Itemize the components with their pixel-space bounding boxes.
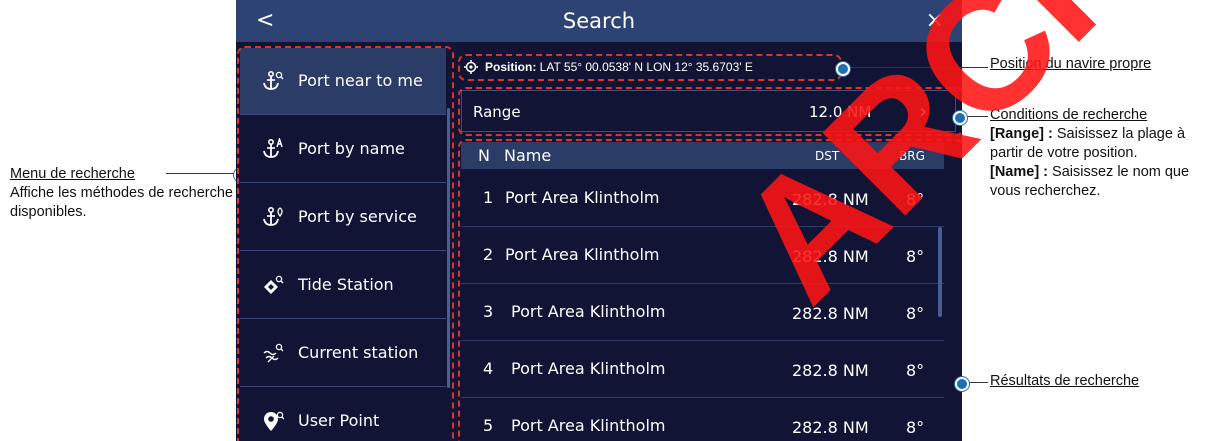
conditions-callout-dot [953,111,967,125]
menu-callout-line [166,173,236,174]
results-callout-dot [955,377,969,391]
page-title: Search [562,9,636,33]
close-button[interactable]: × [926,8,944,33]
results-callout-title: Résultats de recherche [990,373,1140,389]
name-key: [Name] : [990,164,1049,180]
range-key: [Range] : [990,126,1053,142]
conditions-callout-title: Conditions de recherche [990,107,1148,123]
conditions-callout: Conditions de recherche [Range] : Saisis… [990,106,1205,201]
menu-callout-title: Menu de recherche [10,166,135,182]
menu-callout-desc: Affiche les méthodes de recherche dispon… [10,185,234,220]
title-bar: < Search × [236,0,962,42]
results-highlight [458,139,962,441]
menu-highlight [237,46,454,441]
position-callout-dot [836,62,850,76]
position-callout-line [843,67,988,68]
position-highlight [458,54,842,81]
position-callout-title: Position du navire propre [990,56,1152,72]
range-highlight [458,87,962,136]
